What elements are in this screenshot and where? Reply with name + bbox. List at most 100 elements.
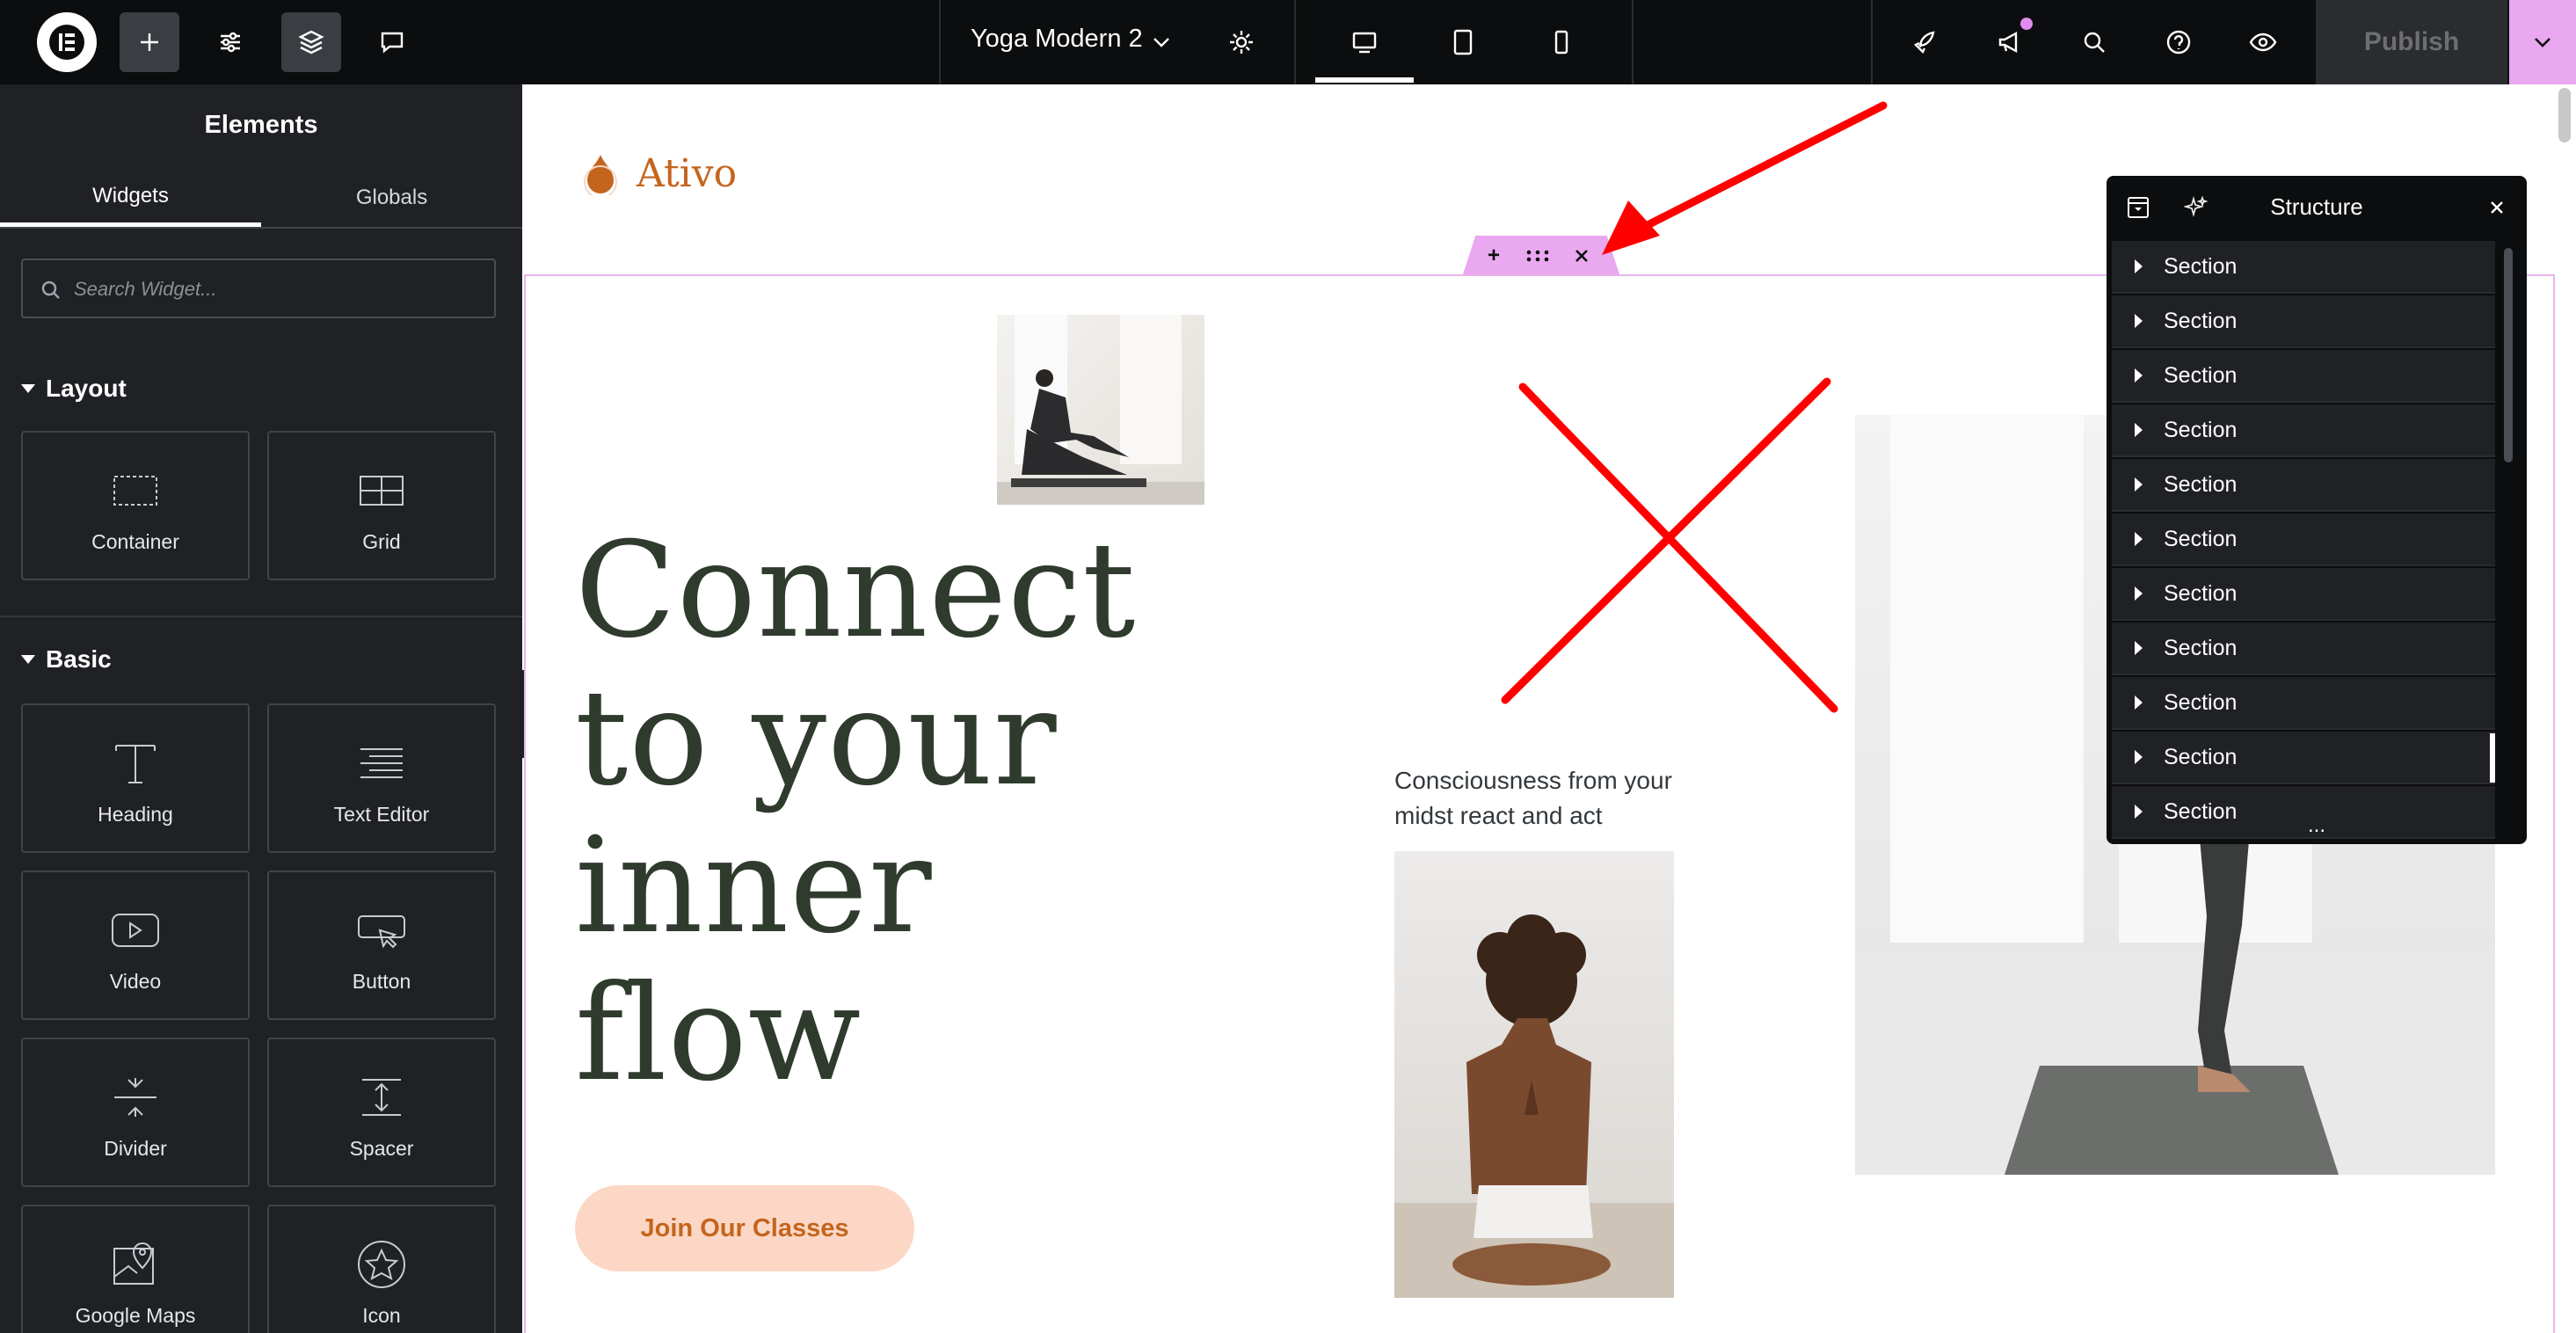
widget-spacer[interactable]: Spacer (267, 1038, 496, 1187)
structure-button[interactable] (281, 12, 341, 72)
caret-right-icon (2135, 314, 2143, 328)
site-logo[interactable]: Ativo (580, 151, 737, 196)
structure-item[interactable]: Section (2112, 350, 2495, 403)
headline-line: flow (575, 958, 862, 1111)
comments-button[interactable] (362, 12, 422, 72)
desktop-view-button[interactable] (1335, 12, 1394, 72)
elementor-editor: { "topbar": { "doc_title": "Yoga Modern … (0, 0, 2576, 1333)
search-icon (2084, 32, 2105, 53)
headline-line: inner (575, 810, 933, 963)
canvas-scrollbar[interactable] (2558, 88, 2571, 142)
structure-item[interactable]: Section (2112, 459, 2495, 512)
structure-item-label: Section (2164, 362, 2238, 388)
widget-button[interactable]: Button (267, 870, 496, 1020)
grip-icon (1526, 250, 1549, 262)
heading-icon (115, 745, 156, 783)
page-settings-button[interactable] (1212, 12, 1271, 72)
structure-item[interactable]: Section (2112, 404, 2495, 457)
finder-button[interactable] (2064, 12, 2124, 72)
structure-item-label: Section (2164, 580, 2238, 606)
structure-item[interactable]: Section (2112, 677, 2495, 730)
help-button[interactable] (2149, 12, 2209, 72)
mobile-icon (1554, 30, 1568, 55)
structure-item[interactable]: Section (2112, 732, 2495, 784)
resize-handle[interactable]: ... (2107, 815, 2527, 844)
megaphone-icon (1998, 31, 2018, 54)
widget-container[interactable]: Container (21, 431, 250, 580)
hero-heading[interactable]: Connect to your inner flow (575, 517, 1136, 1108)
caret-right-icon (2135, 477, 2143, 492)
publish-options-button[interactable] (2509, 0, 2576, 84)
divider (0, 227, 522, 229)
chevron-down-icon (1153, 38, 1169, 47)
divider (1871, 0, 1873, 84)
structure-item[interactable]: Section (2112, 568, 2495, 621)
caret-right-icon (2135, 259, 2143, 273)
spacer-icon (362, 1079, 401, 1116)
widget-video[interactable]: Video (21, 870, 250, 1020)
panel-title: Structure (2270, 193, 2363, 220)
brand-name: Ativo (637, 151, 738, 196)
structure-item[interactable]: Section (2112, 514, 2495, 566)
widget-label: Heading (98, 803, 173, 826)
yoga-photo-back (1394, 851, 1674, 1298)
close-structure-button[interactable] (2486, 197, 2507, 222)
search-input[interactable] (74, 273, 478, 306)
tab-widgets[interactable]: Widgets (0, 169, 261, 227)
elements-panel: Elements Widgets Globals Layout Containe… (0, 84, 522, 1333)
panel-title: Elements (204, 111, 318, 139)
search-widget-field[interactable] (21, 259, 496, 318)
delete-section-button[interactable] (1568, 243, 1595, 269)
preview-button[interactable] (2233, 12, 2293, 72)
widget-divider[interactable]: Divider (21, 1038, 250, 1187)
launchpad-button[interactable] (1896, 12, 1955, 72)
notifications-button[interactable] (1980, 12, 2040, 72)
structure-item[interactable]: Section (2112, 241, 2495, 294)
category-basic-toggle[interactable]: Basic (21, 645, 112, 674)
structure-panel: Structure Section Section Section Sectio… (2107, 176, 2527, 844)
join-classes-button[interactable]: Join Our Classes (575, 1185, 914, 1271)
structure-item-label: Section (2164, 471, 2238, 497)
document-title[interactable]: Yoga Modern 2 (971, 25, 1143, 54)
widget-google-maps[interactable]: Google Maps (21, 1205, 250, 1333)
category-label: Basic (46, 645, 112, 673)
widget-grid[interactable]: Grid (267, 431, 496, 580)
active-view-indicator (1315, 77, 1414, 83)
star-icon (358, 1241, 405, 1288)
notification-dot (2020, 18, 2033, 30)
comments-icon (381, 32, 404, 54)
widget-label: Button (352, 970, 411, 993)
caret-right-icon (2135, 805, 2143, 819)
widget-text-editor[interactable]: Text Editor (267, 703, 496, 853)
elementor-logo-icon[interactable] (37, 12, 97, 72)
drag-handle-icon[interactable] (1524, 243, 1551, 269)
widget-icon[interactable]: Icon (267, 1205, 496, 1333)
widget-heading[interactable]: Heading (21, 703, 250, 853)
video-icon (112, 914, 159, 947)
headline-line: to your (575, 662, 1058, 815)
divider (0, 616, 522, 617)
settings-sliders-icon (221, 32, 240, 53)
widget-label: Spacer (349, 1137, 414, 1160)
site-settings-button[interactable] (200, 12, 260, 72)
structure-item[interactable]: Section (2112, 295, 2495, 348)
tablet-view-button[interactable] (1433, 12, 1493, 72)
document-menu-button[interactable] (1139, 16, 1183, 69)
tab-globals[interactable]: Globals (261, 169, 522, 227)
caret-right-icon (2135, 368, 2143, 382)
caption-text[interactable]: Consciousness from your midst react and … (1394, 763, 1693, 834)
divider-icon (114, 1078, 156, 1117)
map-pin-icon (113, 1242, 154, 1285)
yoga-photo-small (997, 315, 1204, 505)
structure-scrollbar[interactable] (2504, 248, 2513, 463)
tablet-icon (1453, 29, 1473, 55)
divider (1632, 0, 1634, 84)
publish-button[interactable]: Publish (2316, 0, 2507, 84)
mobile-view-button[interactable] (1532, 12, 1591, 72)
structure-item[interactable]: Section (2112, 623, 2495, 675)
add-element-button[interactable] (120, 12, 179, 72)
add-section-button[interactable]: + (1481, 243, 1507, 269)
category-layout-toggle[interactable]: Layout (21, 375, 127, 403)
headline-line: Connect (575, 514, 1137, 667)
caret-right-icon (2135, 532, 2143, 546)
